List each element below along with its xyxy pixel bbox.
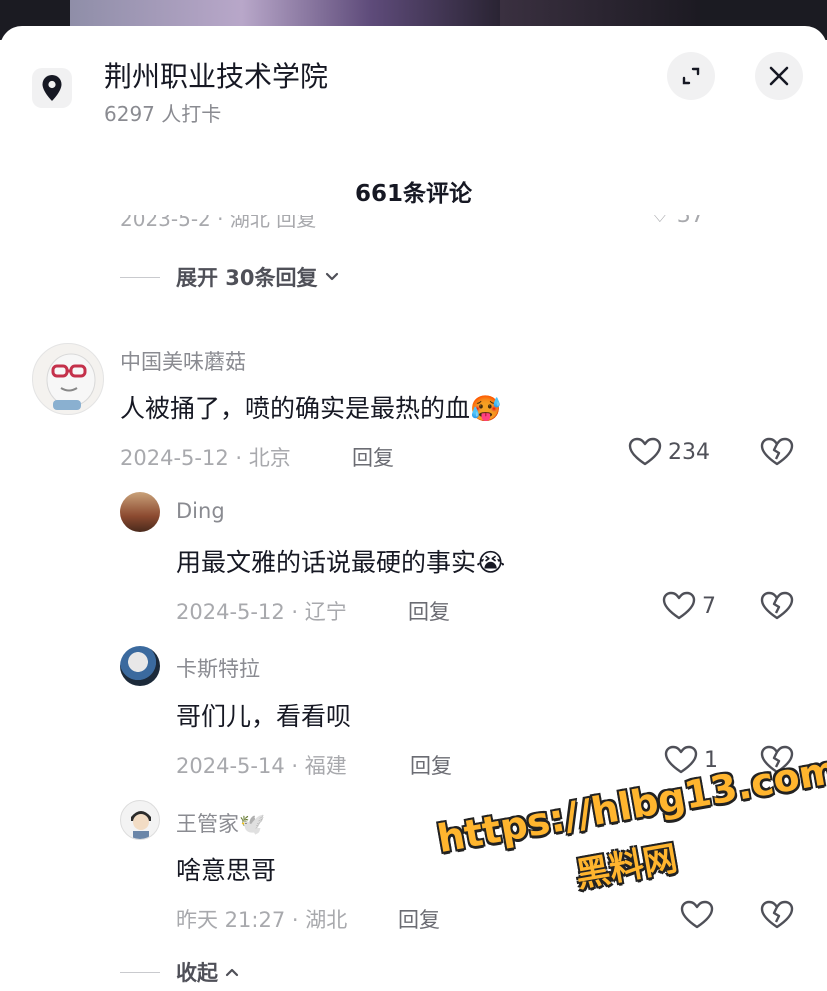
close-icon [769,66,789,86]
comment-text: 哥们儿，看看呗 [176,697,351,733]
avatar[interactable] [32,343,104,415]
comment-text: 啥意思哥 [176,851,276,887]
comment-text: 用最文雅的话说最硬的事实😭 [176,543,505,579]
avatar[interactable] [120,646,160,686]
location-badge[interactable] [32,68,72,108]
clipped-meta-text: 2023-5-2 · 湖北 回复 [120,215,317,231]
dislike-button[interactable] [760,745,794,779]
checkin-count: 6297 人打卡 [104,102,222,126]
heart-icon: ♡ [650,215,670,228]
heart-icon [662,591,696,620]
close-button[interactable] [755,52,803,100]
clipped-comment-meta: 2023-5-2 · 湖北 回复 ♡ 37 [120,215,800,237]
chevron-up-icon [224,966,240,978]
reply-button[interactable]: 回复 [398,904,440,934]
comment-username[interactable]: 卡斯特拉 [176,653,260,683]
comment-body: 人被捅了，喷的确实是最热的血 [120,394,471,423]
like-button[interactable]: 7 [662,591,716,621]
comment-meta: 昨天 21:27 · 湖北 [176,908,348,932]
emoji: 🥵 [470,394,502,423]
comment-meta: 2024-5-12 · 北京 [120,446,291,470]
location-title[interactable]: 荆州职业技术学院 [104,55,328,95]
comment-text: 人被捅了，喷的确实是最热的血🥵 [120,389,501,425]
dislike-button[interactable] [760,437,794,471]
heart-icon [628,437,662,466]
broken-heart-icon [760,900,794,929]
like-count: 234 [668,439,710,465]
location-pin-icon [42,75,62,101]
like-button[interactable] [680,900,714,930]
expand-icon [682,67,700,85]
comment-username[interactable]: 中国美味蘑菇 [120,346,246,376]
dislike-button[interactable] [760,900,794,934]
comment-meta: 2024-5-14 · 福建 [176,754,347,778]
avatar[interactable] [120,492,160,532]
comment-body: 用最文雅的话说最硬的事实 [176,548,477,577]
broken-heart-icon [760,437,794,466]
broken-heart-icon [760,745,794,774]
expand-replies-button[interactable]: 展开 30条回复 [120,262,340,292]
expand-button[interactable] [667,52,715,100]
comment-body: 啥意思哥 [176,856,277,885]
reply-button[interactable]: 回复 [352,442,394,472]
clipped-actions: ♡ 37 [650,215,705,228]
collapse-replies-button[interactable]: 收起 [120,957,240,987]
comment-count-title: 661条评论 [354,181,472,207]
comment-body: 哥们儿，看看呗 [176,702,352,731]
clipped-like-count: 37 [676,215,705,228]
comment-username[interactable]: 王管家🕊️ [176,808,265,838]
like-count: 7 [702,593,716,619]
divider [120,276,160,278]
like-button[interactable]: 234 [628,437,710,467]
broken-heart-icon [760,591,794,620]
expand-replies-label: 展开 30条回复 [176,266,318,290]
heart-icon [680,900,714,929]
avatar[interactable] [120,800,160,840]
emoji: 😭 [476,548,506,577]
dislike-button[interactable] [760,591,794,625]
comment-username[interactable]: Ding [176,499,225,523]
comment-meta: 2024-5-12 · 辽宁 [176,600,347,624]
collapse-replies-label: 收起 [176,961,218,985]
reply-button[interactable]: 回复 [410,750,452,780]
like-count: 1 [704,747,718,773]
heart-icon [664,745,698,774]
divider [120,971,160,973]
chevron-down-icon [324,271,340,283]
like-button[interactable]: 1 [664,745,718,775]
reply-button[interactable]: 回复 [408,596,450,626]
